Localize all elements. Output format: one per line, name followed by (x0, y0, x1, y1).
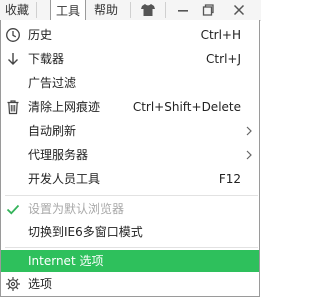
menu-item-shortcut: Ctrl+Shift+Delete (132, 100, 241, 114)
menu-item-label: 历史 (28, 28, 53, 42)
gear-icon (5, 276, 21, 292)
menu-item-switch-ie6-mode[interactable]: 切换到IE6多窗口模式 (1, 221, 260, 243)
menu-item-label: 代理服务器 (28, 148, 89, 162)
menu-item-proxy-server[interactable]: 代理服务器 (1, 144, 260, 166)
menu-item-set-default-browser: 设置为默认浏览器 (1, 198, 260, 220)
menu-item-clear-history[interactable]: 清除上网痕迹 Ctrl+Shift+Delete (1, 96, 260, 118)
chevron-right-icon (244, 144, 254, 166)
menu-item-label: 自动刷新 (28, 124, 77, 138)
menubar-tools[interactable]: 工具 (50, 0, 86, 21)
menu-item-internet-options[interactable]: Internet 选项 (1, 250, 259, 272)
menubar-help[interactable]: 帮助 (88, 0, 124, 20)
chevron-right-icon (244, 120, 254, 142)
restore-icon[interactable] (197, 0, 219, 20)
menu-item-label: 切换到IE6多窗口模式 (28, 225, 143, 239)
menu-item-history[interactable]: 历史 Ctrl+H (1, 24, 260, 46)
menu-divider (5, 195, 258, 196)
menu-item-label: 下载器 (28, 52, 65, 66)
menu-item-shortcut: Ctrl+J (206, 52, 241, 66)
history-clock-icon (5, 27, 21, 43)
menu-item-label: Internet 选项 (28, 254, 104, 268)
menu-item-label: 选项 (28, 277, 53, 291)
menubar-separator (165, 2, 166, 18)
menu-item-ad-filter[interactable]: 广告过滤 (1, 72, 260, 94)
tools-menu: 历史 Ctrl+H 下载器 Ctrl+J 广告过滤 清除上网痕迹 Ctrl+Sh… (0, 20, 260, 297)
menu-divider (5, 247, 258, 248)
menubar-separator (130, 2, 131, 18)
menu-item-shortcut: Ctrl+H (200, 28, 241, 42)
minimize-icon[interactable] (172, 0, 194, 20)
menubar-favorites[interactable]: 收藏 (0, 0, 34, 20)
menu-bar: 收藏 工具 帮助 (0, 0, 261, 21)
menubar-separator (36, 2, 37, 18)
shirt-icon[interactable] (137, 0, 159, 20)
menu-item-options[interactable]: 选项 (1, 273, 260, 295)
download-arrow-icon (5, 51, 21, 67)
close-icon[interactable] (228, 0, 250, 20)
menu-item-shortcut: F12 (218, 172, 241, 186)
menu-item-label: 设置为默认浏览器 (28, 202, 125, 216)
trash-icon (5, 99, 21, 115)
menu-item-developer-tools[interactable]: 开发人员工具 F12 (1, 168, 260, 190)
menu-item-downloader[interactable]: 下载器 Ctrl+J (1, 48, 260, 70)
checkmark-icon (5, 201, 21, 217)
menu-item-auto-refresh[interactable]: 自动刷新 (1, 120, 260, 142)
menu-item-label: 清除上网痕迹 (28, 100, 101, 114)
menu-item-label: 广告过滤 (28, 76, 77, 90)
menu-item-label: 开发人员工具 (28, 172, 101, 186)
